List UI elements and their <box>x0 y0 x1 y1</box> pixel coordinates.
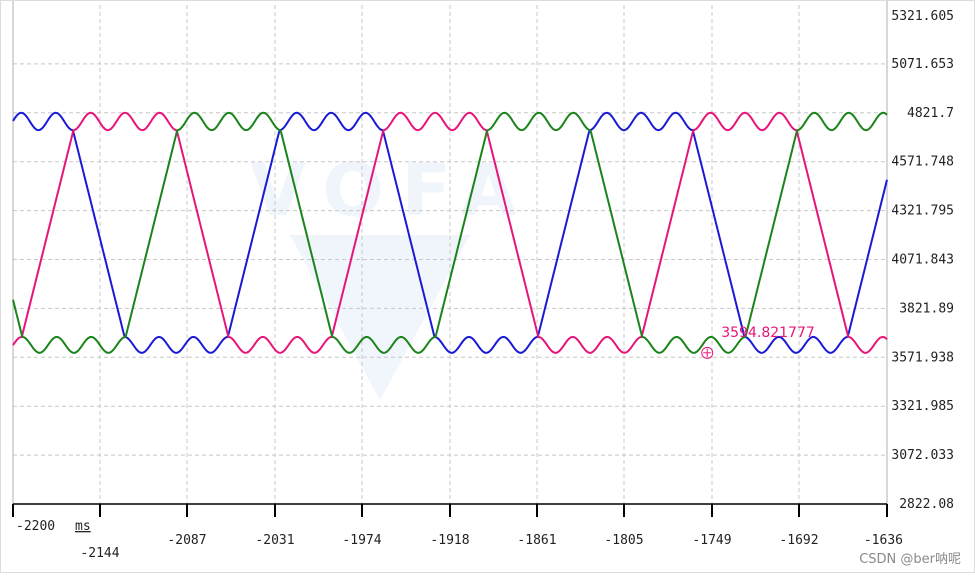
x-tick-label: -2200 <box>16 519 55 534</box>
y-tick-label: 3571.938 <box>891 350 954 365</box>
x-tick-label: -1861 <box>517 533 556 548</box>
x-tick-label: -1636 <box>864 533 903 548</box>
y-tick-label: 4071.843 <box>891 252 954 267</box>
y-tick-label: 5071.653 <box>891 57 954 72</box>
y-tick-label: 3821.89 <box>899 301 954 316</box>
waveform-chart: VOFA 5321.605 5071.653 4821.7 4571.748 4321.… <box>12 0 954 561</box>
vofa-logo-watermark: VOFA <box>250 148 534 400</box>
x-tick-label: -1974 <box>342 533 381 548</box>
watermark-text: CSDN @ber呐呢 <box>859 552 961 567</box>
y-tick-label: 4321.795 <box>891 204 954 219</box>
x-tick-label: -2031 <box>255 533 294 548</box>
x-tick-label: -1805 <box>604 533 643 548</box>
x-tick-label: -2144 <box>80 546 119 561</box>
x-tick-label: -1749 <box>692 533 731 548</box>
annotation-label: 3594.821777 <box>721 325 815 341</box>
y-tick-label: 2822.08 <box>899 497 954 512</box>
y-tick-label: 5321.605 <box>891 9 954 24</box>
x-tick-label: -2087 <box>167 533 206 548</box>
svg-text:VOFA: VOFA <box>250 148 534 232</box>
y-tick-label: 4821.7 <box>907 106 954 121</box>
y-tick-label: 4571.748 <box>891 155 954 170</box>
y-tick-label: 3321.985 <box>891 399 954 414</box>
x-axis-unit-label: ms <box>75 519 91 534</box>
x-tick-label: -1918 <box>430 533 469 548</box>
chart-area: VOFA 5321.605 5071.653 4821.7 4571.748 4321.… <box>0 0 975 573</box>
y-tick-label: 3072.033 <box>891 448 954 463</box>
x-tick-label: -1692 <box>779 533 818 548</box>
